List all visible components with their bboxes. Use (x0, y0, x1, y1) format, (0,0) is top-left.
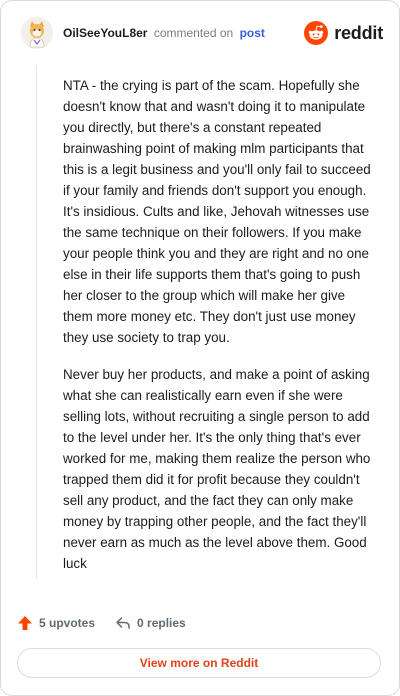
comment-actions: 5 upvotes 0 replies (17, 612, 186, 634)
reply-arrow-icon (116, 617, 130, 629)
upvote-count: 5 upvotes (39, 616, 96, 630)
avatar-illustration-icon (21, 17, 53, 49)
reply-count: 0 replies (137, 616, 186, 630)
comment-paragraph: NTA - the crying is part of the scam. Ho… (63, 78, 371, 345)
comment-embed-card: OilSeeYouL8er commented on post reddit N… (0, 0, 400, 696)
view-more-button[interactable]: View more on Reddit (17, 648, 381, 678)
comment-header: OilSeeYouL8er commented on post reddit (1, 1, 399, 65)
reddit-brand-link[interactable]: reddit (304, 21, 383, 45)
comment-paragraph: Never buy her products, and make a point… (63, 367, 371, 571)
post-link[interactable]: post (240, 26, 265, 40)
username-link[interactable]: OilSeeYouL8er (63, 26, 147, 40)
commented-on-text: commented on (153, 26, 234, 40)
upvote-arrow-icon (18, 616, 32, 630)
comment-meta: OilSeeYouL8er commented on post (63, 25, 265, 41)
thread-line[interactable] (36, 65, 37, 579)
reddit-wordmark: reddit (334, 23, 383, 43)
upvote-button[interactable]: 5 upvotes (17, 615, 95, 631)
reply-button[interactable]: 0 replies (115, 615, 186, 631)
comment-body: NTA - the crying is part of the scam. Ho… (63, 75, 373, 590)
reddit-logo-icon (304, 21, 329, 45)
user-avatar[interactable] (21, 17, 53, 49)
